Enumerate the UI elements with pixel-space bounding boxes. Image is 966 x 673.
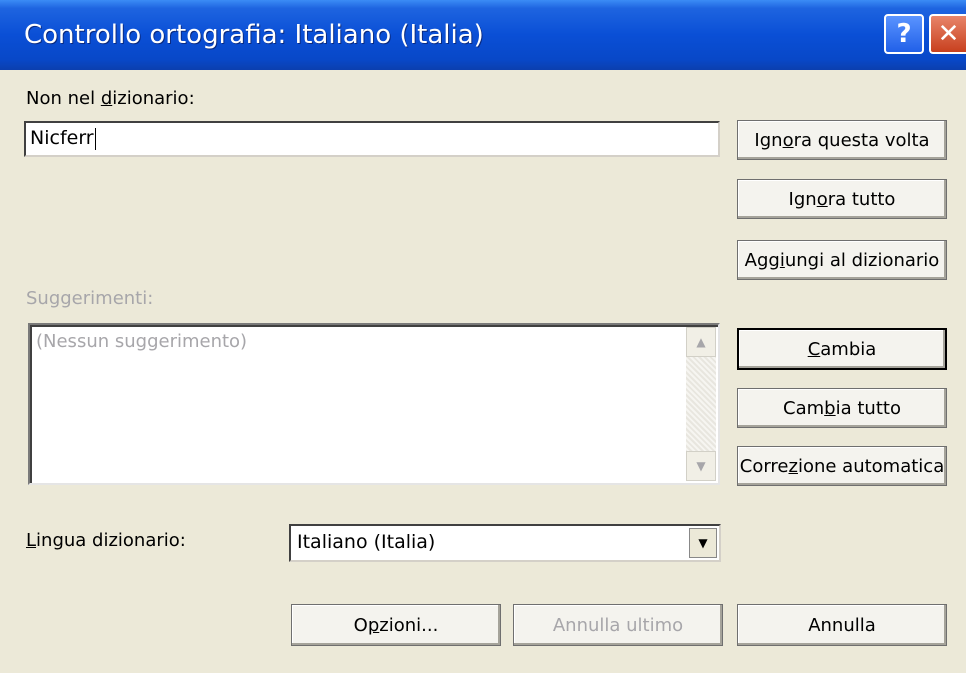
close-button[interactable]: ✕ <box>929 14 966 54</box>
close-icon: ✕ <box>937 19 960 49</box>
window-title: Controllo ortografia: Italiano (Italia) <box>24 20 484 50</box>
text-caret <box>94 127 96 150</box>
change-button[interactable]: Cambia <box>737 328 947 370</box>
suggestions-label: Suggerimenti: <box>26 288 154 309</box>
add-to-dictionary-button[interactable]: Agg i ungi al dizionario <box>737 240 947 280</box>
not-in-dictionary-label: Non nel dizionario: <box>26 88 195 109</box>
change-all-button[interactable]: Cam b ia tutto <box>737 388 947 428</box>
undo-last-button: Annulla ultimo <box>513 604 723 646</box>
dictionary-language-value: Italiano (Italia) <box>297 531 436 553</box>
autocorrect-button[interactable]: Corre z ione automatica <box>737 446 947 486</box>
help-icon: ? <box>896 19 912 49</box>
scroll-up-icon[interactable]: ▲ <box>686 327 716 357</box>
ignore-once-button[interactable]: Ign o ra questa volta <box>737 120 947 160</box>
dictionary-language-select[interactable]: Italiano (Italia) ▼ <box>289 524 721 562</box>
misspelled-word-field[interactable]: Nicferr <box>24 121 720 157</box>
misspelled-word-text: Nicferr <box>30 127 94 149</box>
title-bar[interactable]: Controllo ortografia: Italiano (Italia) … <box>0 0 966 70</box>
dictionary-language-label: Lingua dizionario: <box>26 530 186 551</box>
scroll-down-icon[interactable]: ▼ <box>686 451 716 481</box>
help-button[interactable]: ? <box>884 14 924 54</box>
suggestions-scrollbar[interactable]: ▲ ▼ <box>686 327 716 481</box>
options-button[interactable]: Op zioni... <box>291 604 501 646</box>
no-suggestions-text: (Nessun suggerimento) <box>36 331 248 352</box>
suggestions-list[interactable]: (Nessun suggerimento) ▲ ▼ <box>28 323 720 485</box>
cancel-button[interactable]: Annulla <box>737 604 947 646</box>
chevron-down-icon[interactable]: ▼ <box>689 528 717 558</box>
ignore-all-button[interactable]: Ign o ra tutto <box>737 179 947 219</box>
